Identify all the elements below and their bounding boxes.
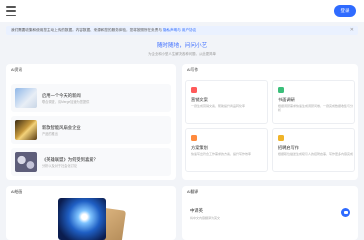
news-desc: 产品的推出: [42, 132, 58, 136]
privacy-notice: 我们需要收集和使用您主动上传的数据。内容数据、来源和您的服务体验，您将按照所在负…: [6, 26, 358, 35]
news-thumbnail: [15, 120, 37, 140]
news-desc: 联合调查，请Merge加速为您提供: [42, 100, 90, 104]
tool-desc: 一键生成营销文案，帮助提升商品转化率: [191, 104, 246, 108]
tool-card-marketing[interactable]: 营销文案 一键生成营销文案，帮助提升商品转化率: [185, 80, 268, 124]
tool-title: 书面调研: [278, 97, 295, 102]
news-desc: 分析以及对于社会化讨论: [42, 164, 78, 168]
ai-translate-panel: AI翻译 中译英 将中文内容翻译为英文: [182, 186, 358, 240]
recruitment-icon: [278, 135, 284, 141]
hero-title: 随时随地，问问小艺: [156, 43, 208, 49]
translate-desc: 将中文内容翻译为英文: [190, 216, 221, 220]
hero-subtitle: 为企业和小型人生解决各种问题，从此更简单: [148, 52, 216, 56]
tool-title: 方案策划: [191, 145, 208, 150]
close-icon[interactable]: ✕: [350, 26, 354, 35]
tool-desc: 根据职位描述生成吸引人的招聘启事，写作更多内容完成: [278, 152, 354, 156]
ai-writing-tab[interactable]: AI写作: [187, 68, 198, 73]
translate-lang-label[interactable]: 中译英: [190, 208, 203, 214]
top-bar: 登录: [0, 0, 364, 22]
ai-drawing-tab[interactable]: AI绘画: [11, 190, 22, 195]
ai-news-tab[interactable]: AI资讯: [11, 68, 22, 73]
hamburger-menu-icon[interactable]: [6, 6, 16, 16]
tool-title: 招聘启写作: [278, 145, 299, 150]
news-thumbnail: [15, 152, 37, 172]
survey-icon: [278, 87, 284, 93]
tool-card-survey[interactable]: 书面调研 根据调研需求快速生成调研问卷，一键完成数据收集与分析: [272, 80, 355, 124]
ai-news-panel: AI资讯 启用一个今天的新闻 联合调查，请Merge加速为您提供 新款智能风扇会…: [6, 64, 176, 180]
login-button[interactable]: 登录: [334, 5, 356, 17]
tool-desc: 根据调研需求快速生成调研问卷，一键完成数据收集与分析: [278, 104, 354, 112]
tool-desc: 快速写出符合工作需求的方案，提升写作效率: [191, 152, 252, 156]
tool-card-recruitment[interactable]: 招聘启写作 根据职位描述生成吸引人的招聘启事，写作更多内容完成: [272, 128, 355, 172]
tool-card-planning[interactable]: 方案策划 快速写出符合工作需求的方案，提升写作效率: [185, 128, 268, 172]
planning-icon: [191, 135, 197, 141]
marketing-icon: [191, 87, 197, 93]
chat-bubble-icon[interactable]: [341, 208, 350, 217]
ai-translate-tab[interactable]: AI翻译: [187, 190, 198, 195]
tool-title: 营销文案: [191, 97, 208, 102]
privacy-link[interactable]: 隐私声明与 用户协议: [163, 28, 196, 32]
drawing-artwork[interactable]: [58, 198, 106, 240]
news-thumbnail: [15, 88, 37, 108]
notice-text: 我们需要收集和使用您主动上传的数据。内容数据、来源和您的服务体验，您将按照所在负…: [11, 28, 162, 32]
ai-writing-panel: AI写作 营销文案 一键生成营销文案，帮助提升商品转化率 书面调研 根据调研需求…: [182, 64, 358, 180]
ai-drawing-panel: AI绘画: [6, 186, 176, 240]
news-item[interactable]: 《英雄联盟》为何受到喜爱？ 分析以及对于社会化讨论: [11, 148, 171, 176]
news-item[interactable]: 新款智能风扇会企业 产品的推出: [11, 116, 171, 144]
news-item[interactable]: 启用一个今天的新闻 联合调查，请Merge加速为您提供: [11, 84, 171, 112]
